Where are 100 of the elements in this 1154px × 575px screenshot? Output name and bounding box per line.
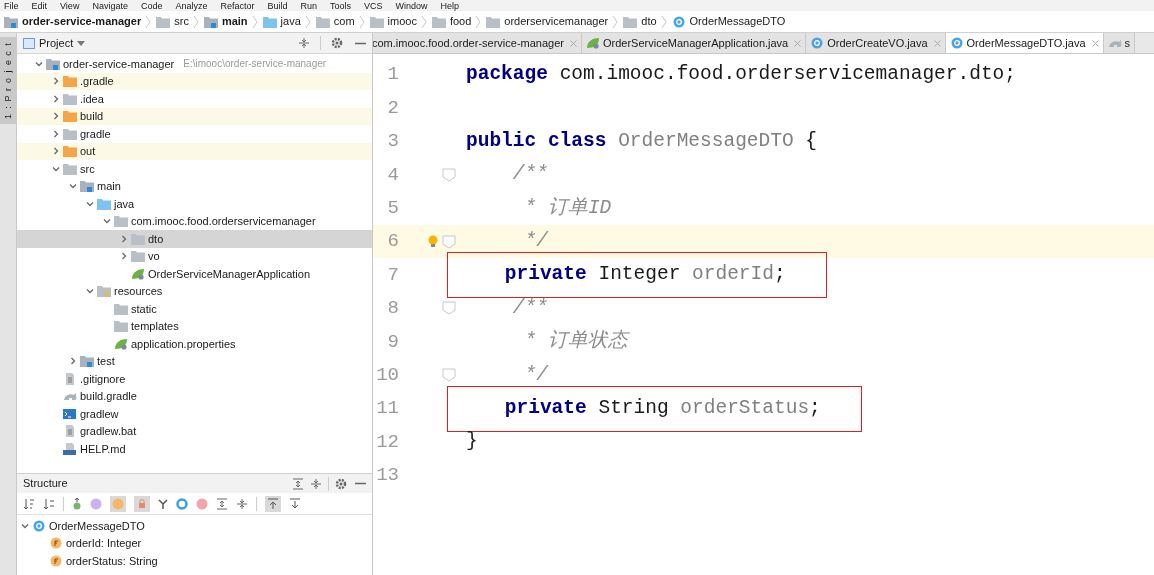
tree-item[interactable]: test — [17, 352, 372, 370]
tree-item[interactable]: com.imooc.food.orderservicemanager — [17, 212, 372, 230]
settings-icon[interactable] — [331, 37, 343, 49]
chevron-down-icon[interactable] — [52, 164, 60, 173]
menu-item[interactable]: VCS — [364, 1, 383, 11]
tree-item[interactable]: build.gradle — [17, 387, 372, 405]
breadcrumb-item[interactable]: OrderMessageDTO — [671, 13, 790, 30]
autoscroll-to-source-icon[interactable] — [265, 495, 281, 512]
tree-item[interactable]: gradlew — [17, 405, 372, 423]
expand-all-icon[interactable] — [292, 477, 304, 490]
chevron-right-icon[interactable] — [120, 234, 128, 243]
folder-icon — [431, 15, 446, 28]
sort-alphabetically-icon[interactable] — [43, 497, 55, 510]
tree-item[interactable]: gradle — [17, 125, 372, 143]
tree-item[interactable]: orderId: Integer — [17, 534, 372, 552]
folder-icon — [114, 215, 128, 228]
tree-item[interactable]: OrderServiceManagerApplication — [17, 265, 372, 283]
dropdown-icon[interactable] — [77, 40, 86, 46]
menu-item[interactable]: Window — [395, 1, 428, 11]
chevron-right-icon[interactable] — [69, 357, 77, 366]
breadcrumb-item[interactable]: order-service-manager — [4, 13, 146, 30]
breadcrumb-item[interactable]: food — [431, 13, 476, 30]
inherited-icon[interactable] — [72, 497, 82, 510]
tree-item[interactable]: order-service-manager E:\imooc\order-service-manager — [17, 55, 372, 73]
tree-item[interactable]: vo — [17, 247, 372, 265]
chevron-right-icon[interactable] — [52, 112, 60, 121]
chevron-down-icon[interactable] — [35, 59, 43, 68]
breadcrumb-item[interactable]: main — [203, 13, 252, 30]
settings-icon[interactable] — [335, 477, 347, 490]
tree-item[interactable]: src — [17, 160, 372, 178]
fold-marker-icon[interactable] — [442, 368, 456, 383]
tree-item[interactable]: .idea — [17, 90, 372, 108]
menu-item[interactable]: Navigate — [92, 1, 128, 11]
chevron-down-icon[interactable] — [69, 182, 77, 191]
tree-item[interactable]: java — [17, 195, 372, 213]
chevron-right-icon[interactable] — [120, 252, 128, 261]
chevron-down-icon[interactable] — [86, 199, 94, 208]
menu-item[interactable]: Code — [140, 1, 163, 11]
fold-marker-icon[interactable] — [442, 167, 456, 182]
chevron-right-icon[interactable] — [52, 129, 60, 138]
fold-marker-icon[interactable] — [442, 301, 456, 316]
chevron-down-icon[interactable] — [86, 287, 94, 296]
breadcrumb-item[interactable]: orderservicemanager — [486, 13, 613, 30]
menu-item[interactable]: Edit — [31, 1, 48, 11]
menu-item[interactable]: Tools — [330, 1, 352, 11]
breadcrumb-item[interactable]: src — [156, 13, 193, 30]
lock-icon[interactable] — [134, 495, 150, 512]
tree-item[interactable]: templates — [17, 317, 372, 335]
fold-marker-icon[interactable] — [442, 234, 456, 249]
sort-icon[interactable] — [23, 497, 35, 510]
tree-item[interactable]: application.properties — [17, 335, 372, 353]
minimize-icon[interactable] — [355, 41, 366, 45]
tree-item[interactable]: static — [17, 300, 372, 318]
menu-item[interactable]: File — [4, 1, 19, 11]
tree-item[interactable]: orderStatus: String — [17, 552, 372, 570]
tree-item[interactable]: resources — [17, 282, 372, 300]
collapse-all-icon[interactable] — [310, 477, 322, 490]
minimize-icon[interactable] — [355, 482, 366, 485]
filter-icon[interactable] — [158, 497, 168, 510]
editor-tab[interactable]: s — [1103, 33, 1135, 53]
chevron-down-icon[interactable] — [21, 521, 29, 530]
menu-item[interactable]: Run — [300, 1, 317, 11]
menu-item[interactable]: Build — [267, 1, 288, 11]
breadcrumb-item[interactable]: com — [315, 13, 359, 30]
breadcrumb-item[interactable]: java — [262, 13, 305, 30]
chevron-right-icon[interactable] — [52, 77, 60, 86]
circle-icon[interactable] — [176, 497, 188, 510]
tree-item[interactable]: out — [17, 142, 372, 160]
collapse-all-icon[interactable] — [298, 37, 310, 49]
lightbulb-icon[interactable] — [428, 234, 438, 249]
line-number: 12 — [375, 429, 399, 455]
fields-icon[interactable] — [110, 495, 126, 512]
editor-tab[interactable]: OrderServiceManagerApplication.java — [581, 33, 807, 53]
menu-item[interactable]: View — [60, 1, 80, 11]
module-folder-icon — [80, 355, 94, 368]
breadcrumb-item[interactable]: imooc — [369, 13, 421, 30]
tree-item[interactable]: OrderMessageDTO — [17, 517, 372, 535]
tree-item[interactable]: HELP.md — [17, 440, 372, 458]
tree-item[interactable]: .gitignore — [17, 370, 372, 388]
project-tool-tab[interactable]: 1: Project — [0, 37, 17, 124]
editor-tab[interactable]: OrderMessageDTO.java — [945, 33, 1104, 53]
autoscroll-from-source-icon[interactable] — [289, 497, 301, 510]
chevron-right-icon[interactable] — [52, 147, 60, 156]
tree-item[interactable]: gradlew.bat — [17, 422, 372, 440]
chevron-right-icon[interactable] — [52, 94, 60, 103]
tree-item[interactable]: .gradle — [17, 72, 372, 90]
tree-item[interactable]: dto — [17, 230, 372, 248]
chevron-down-icon[interactable] — [103, 217, 111, 226]
breadcrumb-item[interactable]: dto — [623, 13, 661, 30]
breadcrumb-separator-icon — [475, 14, 482, 29]
tree-item[interactable]: build — [17, 107, 372, 125]
editor-tab[interactable]: OrderCreateVO.java — [806, 33, 946, 53]
close-icon[interactable] — [1091, 39, 1099, 47]
menu-item[interactable]: Refactor — [220, 1, 255, 11]
editor-tab[interactable]: com.imooc.food.order-service-manager — [373, 33, 582, 53]
menu-item[interactable]: Analyze — [175, 1, 208, 11]
menu-item[interactable]: Help — [440, 1, 460, 11]
expand-all-icon[interactable] — [216, 497, 228, 510]
collapse-all-icon[interactable] — [236, 497, 248, 510]
tree-item[interactable]: main — [17, 177, 372, 195]
